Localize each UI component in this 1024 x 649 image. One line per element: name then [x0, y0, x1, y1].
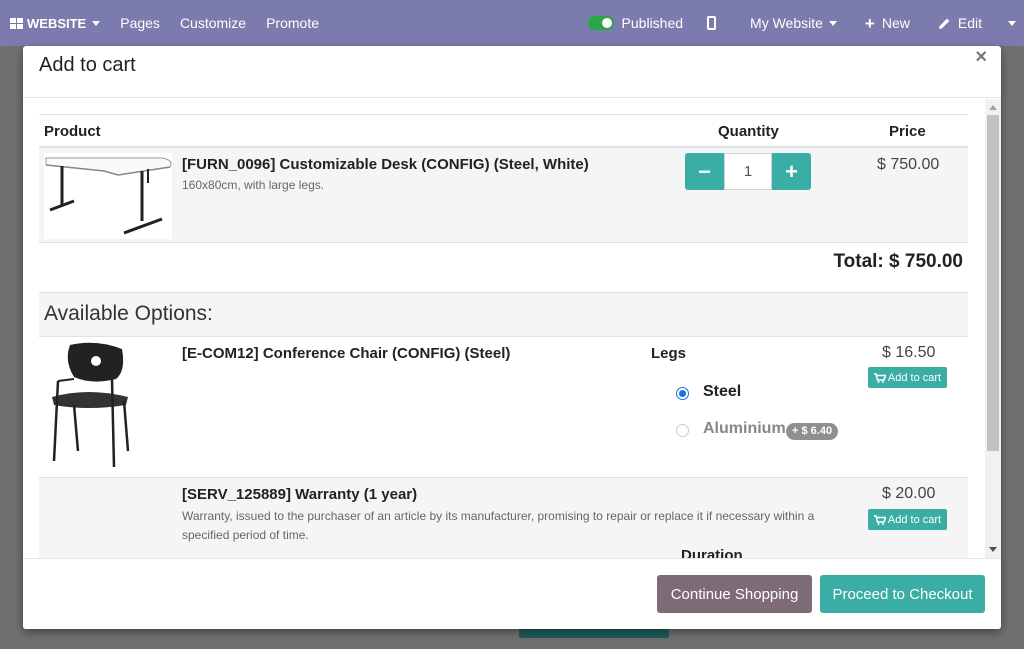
- website-editor-bar: WEBSITE Pages Customize Promote Publishe…: [0, 0, 1024, 46]
- table-header: Product Quantity Price: [39, 114, 968, 148]
- option-chair-price: $ 16.50: [882, 344, 936, 361]
- pencil-icon: [938, 18, 950, 29]
- desk-image: [44, 153, 172, 239]
- quantity-decrease-button[interactable]: −: [685, 153, 724, 190]
- aluminium-extra-price-badge: + $ 6.40: [786, 423, 839, 440]
- caret-down-icon: [828, 20, 837, 26]
- proceed-to-checkout-button[interactable]: Proceed to Checkout: [820, 575, 985, 613]
- main-product-price: $ 750.00: [877, 156, 940, 173]
- edit-label: Edit: [957, 15, 982, 31]
- mobile-icon: [707, 16, 717, 30]
- published-toggle[interactable]: Published: [578, 0, 696, 46]
- scrollbar[interactable]: [985, 99, 1001, 558]
- option-chair-add-to-cart-button[interactable]: Add to cart: [868, 367, 947, 388]
- radio-steel[interactable]: [676, 387, 689, 400]
- radio-aluminium[interactable]: [676, 424, 689, 437]
- header-quantity: Quantity: [718, 123, 779, 140]
- modal-title: Add to cart: [39, 54, 136, 76]
- close-icon[interactable]: ×: [975, 46, 987, 69]
- option-warranty-description: Warranty, issued to the purchaser of an …: [182, 509, 815, 542]
- quantity-increase-button[interactable]: +: [772, 153, 811, 190]
- new-label: New: [881, 15, 910, 31]
- caret-down-icon: [92, 20, 101, 26]
- option-warranty-duration-label: Duration: [681, 547, 743, 558]
- modal-body: Product Quantity Price [FURN_0096] Custo…: [23, 99, 1001, 558]
- caret-down-icon: [1008, 20, 1016, 26]
- quantity-input[interactable]: [724, 153, 772, 190]
- modal-header: Add to cart ×: [23, 46, 1001, 98]
- add-to-cart-label: Add to cart: [887, 513, 942, 526]
- apps-grid-icon: [10, 17, 23, 29]
- edit-button[interactable]: Edit: [928, 0, 1002, 46]
- header-price: Price: [889, 123, 926, 140]
- main-product-description: 160x80cm, with large legs.: [182, 178, 325, 192]
- scroll-down-arrow-icon[interactable]: [989, 547, 997, 552]
- option-warranty-add-to-cart-button[interactable]: Add to cart: [868, 509, 947, 530]
- scroll-thumb[interactable]: [987, 115, 999, 451]
- option-warranty-row: [SERV_125889] Warranty (1 year) Warranty…: [39, 477, 968, 558]
- chair-image: [44, 341, 134, 469]
- quantity-stepper: − +: [685, 153, 811, 190]
- radio-aluminium-label[interactable]: Aluminium: [703, 420, 786, 438]
- website-menu[interactable]: WEBSITE: [0, 0, 110, 46]
- website-menu-label: WEBSITE: [27, 15, 87, 31]
- option-warranty-name: [SERV_125889] Warranty (1 year): [182, 486, 418, 503]
- cart-icon: [873, 372, 886, 383]
- my-website-menu[interactable]: My Website: [740, 0, 855, 46]
- add-to-cart-label: Add to cart: [887, 371, 942, 384]
- available-options-title: Available Options:: [44, 302, 213, 325]
- pages-menu[interactable]: Pages: [110, 0, 170, 46]
- cart-icon: [873, 514, 886, 525]
- header-product: Product: [44, 123, 101, 140]
- total-amount: Total: $ 750.00: [833, 251, 963, 272]
- published-label: Published: [621, 15, 684, 31]
- my-website-label: My Website: [750, 15, 823, 31]
- toggle-switch-icon: [587, 16, 614, 30]
- radio-steel-label[interactable]: Steel: [703, 383, 741, 401]
- option-chair-attribute-label: Legs: [651, 345, 687, 362]
- customize-menu[interactable]: Customize: [170, 0, 256, 46]
- scroll-up-arrow-icon[interactable]: [989, 105, 997, 110]
- continue-shopping-button[interactable]: Continue Shopping: [657, 575, 812, 613]
- modal-footer: Continue Shopping Proceed to Checkout: [23, 558, 1001, 629]
- main-product-name: [FURN_0096] Customizable Desk (CONFIG) (…: [182, 156, 589, 173]
- add-to-cart-modal: Add to cart × Product Quantity Price [FU…: [23, 46, 1001, 629]
- option-warranty-price: $ 20.00: [882, 485, 936, 502]
- plus-icon: +: [864, 13, 875, 33]
- more-dropdown[interactable]: [1002, 0, 1024, 46]
- new-button[interactable]: + New: [855, 0, 928, 46]
- mobile-preview-button[interactable]: [695, 0, 740, 46]
- option-chair-name: [E-COM12] Conference Chair (CONFIG) (Ste…: [182, 345, 511, 362]
- promote-menu[interactable]: Promote: [256, 0, 329, 46]
- main-product-row: [FURN_0096] Customizable Desk (CONFIG) (…: [39, 148, 968, 243]
- available-options-header: Available Options:: [39, 292, 968, 337]
